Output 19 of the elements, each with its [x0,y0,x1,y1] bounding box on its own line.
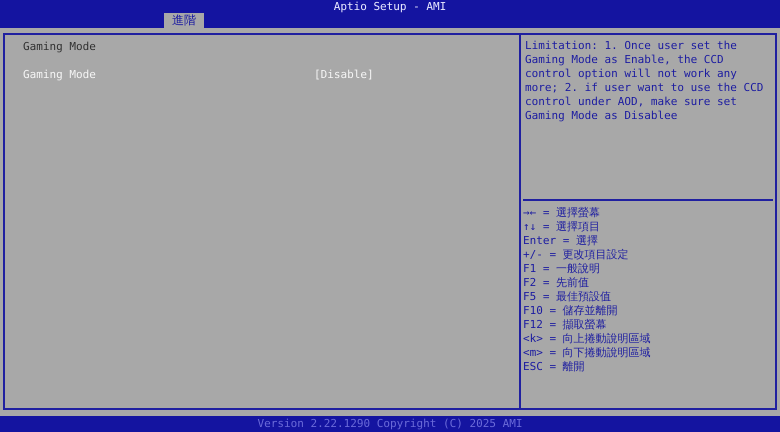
key-hint: F1 = 一般說明 [523,262,602,276]
key-hint: +/- = 更改項目設定 [523,248,630,262]
version-text: Version 2.22.1290 Copyright (C) 2025 AMI [256,416,524,432]
key-hint: F2 = 先前值 [523,276,590,290]
tab[interactable]: 進階 [164,13,204,28]
page-title: Gaming Mode [23,40,97,54]
key-hint: <k> = 向上捲動說明區域 [523,332,652,346]
key-hint: ↑↓ = 選擇項目 [523,220,602,234]
key-hint: ESC = 離開 [523,360,586,374]
setting-label[interactable]: Gaming Mode [23,68,314,82]
help-text: Limitation: 1. Once user set the Gaming Mode as Enable, the CCD control option will not work any more; 2. if user want to use the CCD control under AOD, make sure set Gaming Mode as Disablee [524,38,764,124]
key-hint: →← = 選擇螢幕 [523,206,602,220]
key-hint: <m> = 向下捲動說明區域 [523,346,652,360]
key-hint: Enter = 選擇 [523,234,599,248]
key-hint: F5 = 最佳預設值 [523,290,612,304]
key-hint: F10 = 儲存並離開 [523,304,619,318]
key-hint: F12 = 擷取螢幕 [523,318,608,332]
window-title: Aptio Setup - AMI [334,0,446,14]
setting-value[interactable]: [Disable] [314,68,374,82]
